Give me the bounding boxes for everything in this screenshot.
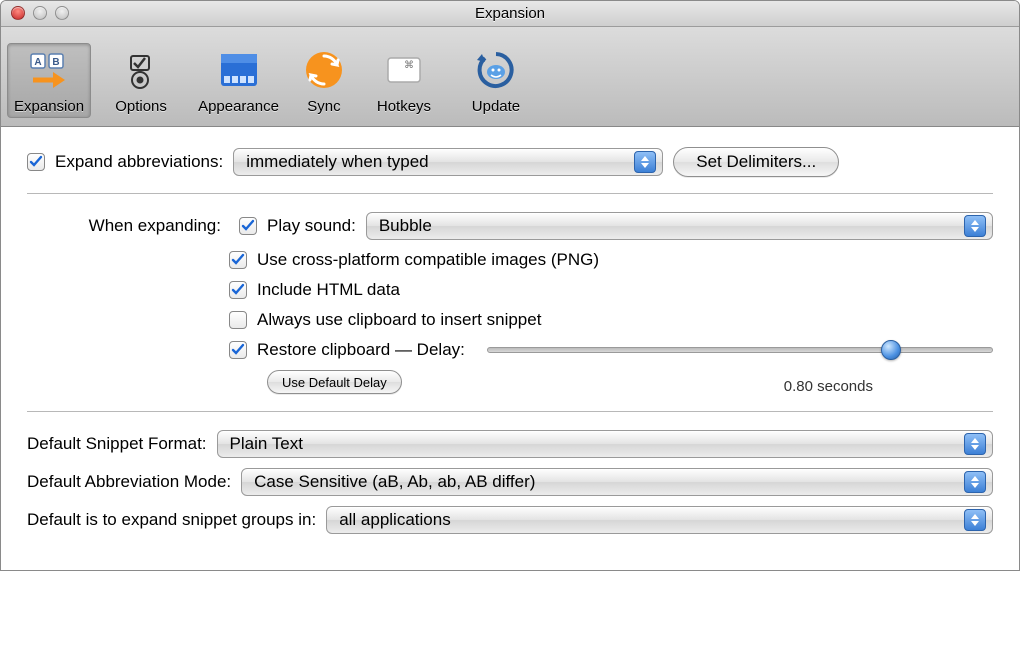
toolbar-hotkeys-label: Hotkeys [377,98,431,115]
chevron-updown-icon [964,509,986,531]
chevron-updown-icon [964,433,986,455]
chevron-updown-icon [964,215,986,237]
toolbar-expansion[interactable]: A B Expansion [7,43,91,118]
html-checkbox[interactable] [229,281,247,299]
expand-abbr-mode-value: immediately when typed [246,152,428,172]
toolbar-update[interactable]: Update [454,43,538,118]
snippet-format-value: Plain Text [230,434,303,454]
chevron-updown-icon [964,471,986,493]
use-default-delay-button[interactable]: Use Default Delay [267,370,402,394]
chevron-updown-icon [634,151,656,173]
toolbar-options[interactable]: Options [99,43,183,118]
hotkeys-icon: ⌘ [382,48,426,92]
toolbar-appearance-label: Appearance [198,98,279,115]
snippet-format-select[interactable]: Plain Text [217,430,993,458]
expand-abbr-label: Expand abbreviations: [55,152,223,172]
toolbar-hotkeys[interactable]: ⌘ Hotkeys [362,43,446,118]
toolbar-update-label: Update [472,98,520,115]
toolbar-sync-label: Sync [307,98,340,115]
titlebar: Expansion [1,1,1019,27]
delay-slider[interactable] [487,347,993,353]
appearance-icon [217,48,261,92]
play-sound-label: Play sound: [267,216,356,236]
abbr-mode-value: Case Sensitive (aB, Ab, ab, AB differ) [254,472,535,492]
expand-abbr-checkbox[interactable] [27,153,45,171]
play-sound-select[interactable]: Bubble [366,212,993,240]
options-icon [119,48,163,92]
svg-text:B: B [52,57,59,68]
svg-text:A: A [34,57,41,68]
update-icon [474,48,518,92]
expand-in-label: Default is to expand snippet groups in: [27,510,316,530]
png-label: Use cross-platform compatible images (PN… [257,250,599,270]
svg-text:⌘: ⌘ [404,60,414,71]
divider [27,193,993,194]
preferences-toolbar: A B Expansion Options [1,27,1019,127]
when-expanding-label: When expanding: [27,216,229,236]
clipboard-insert-checkbox[interactable] [229,311,247,329]
abbr-mode-select[interactable]: Case Sensitive (aB, Ab, ab, AB differ) [241,468,993,496]
toolbar-options-label: Options [115,98,167,115]
toolbar-expansion-label: Expansion [14,98,84,115]
use-default-delay-label: Use Default Delay [282,375,387,390]
abbr-mode-label: Default Abbreviation Mode: [27,472,231,492]
expand-in-select[interactable]: all applications [326,506,993,534]
html-label: Include HTML data [257,280,400,300]
delay-value-label: 0.80 seconds [784,378,873,395]
close-button[interactable] [11,6,25,20]
restore-clipboard-checkbox[interactable] [229,341,247,359]
restore-clipboard-label: Restore clipboard — Delay: [257,340,465,360]
set-delimiters-button[interactable]: Set Delimiters... [673,147,839,177]
expand-abbr-mode-select[interactable]: immediately when typed [233,148,663,176]
zoom-button[interactable] [55,6,69,20]
toolbar-appearance[interactable]: Appearance [191,43,286,118]
expansion-icon: A B [27,48,71,92]
png-checkbox[interactable] [229,251,247,269]
clipboard-insert-label: Always use clipboard to insert snippet [257,310,541,330]
delay-slider-thumb[interactable] [881,340,901,360]
sync-icon [302,48,346,92]
divider [27,411,993,412]
minimize-button[interactable] [33,6,47,20]
toolbar-sync[interactable]: Sync [294,43,354,118]
play-sound-value: Bubble [379,216,432,236]
play-sound-checkbox[interactable] [239,217,257,235]
snippet-format-label: Default Snippet Format: [27,434,207,454]
window-title: Expansion [475,5,545,22]
expand-in-value: all applications [339,510,451,530]
set-delimiters-label: Set Delimiters... [696,152,816,172]
